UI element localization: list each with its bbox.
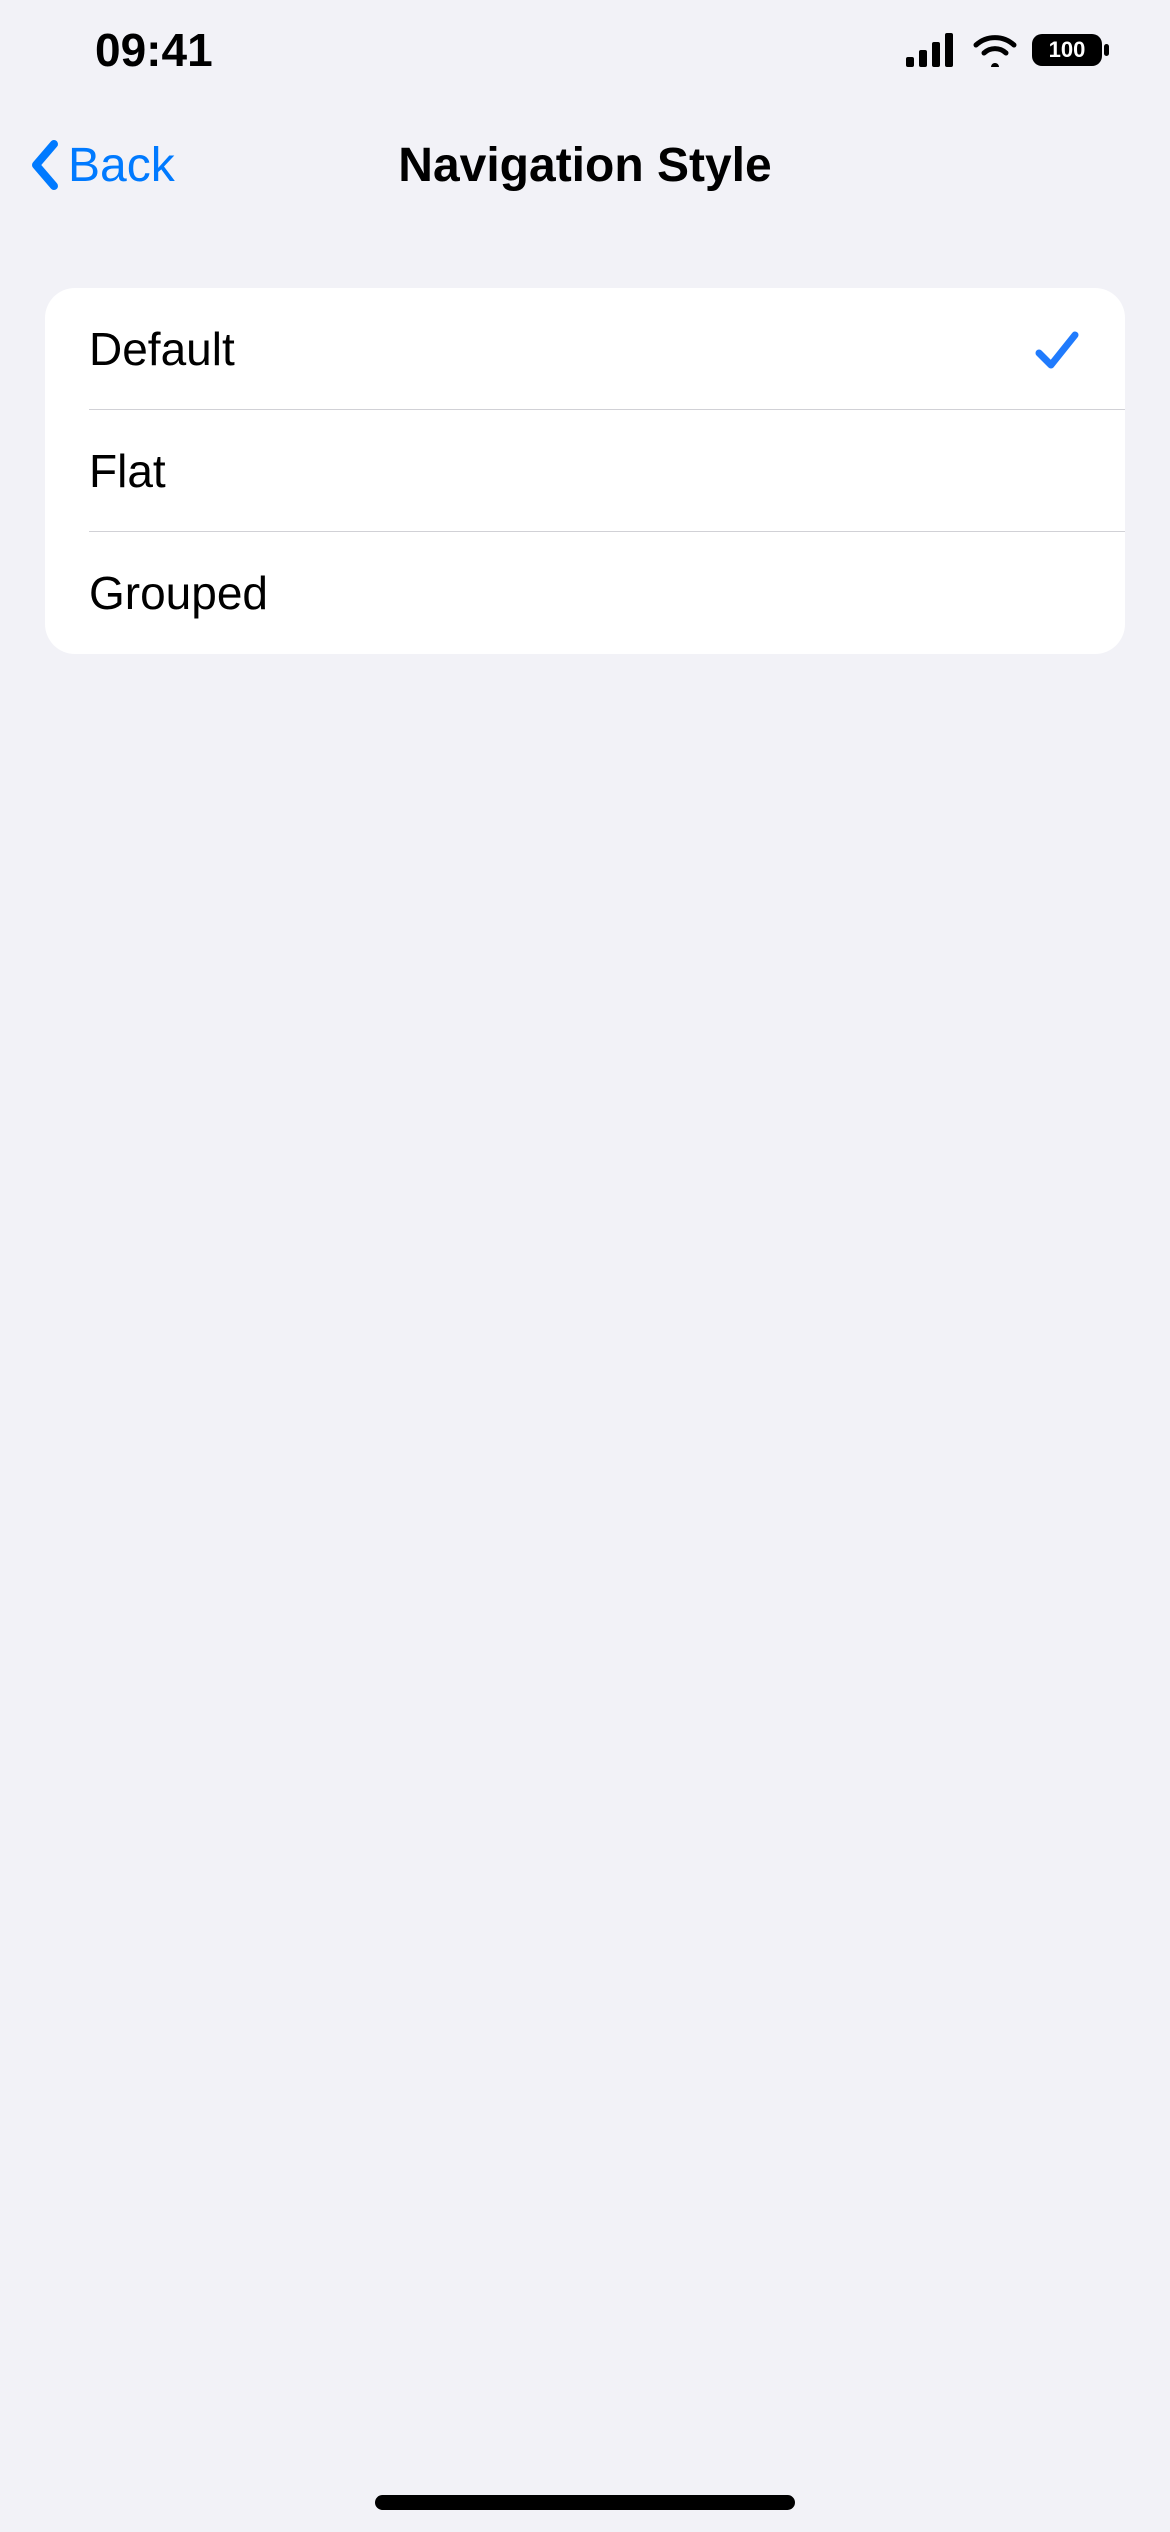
option-label: Flat — [89, 444, 166, 498]
checkmark-icon — [1033, 327, 1081, 371]
home-indicator — [375, 2495, 795, 2510]
battery-icon: 100 — [1032, 32, 1110, 68]
option-label: Grouped — [89, 566, 268, 620]
chevron-left-icon — [28, 138, 62, 192]
back-label: Back — [68, 138, 175, 193]
status-time: 09:41 — [95, 23, 213, 77]
cellular-icon — [906, 33, 958, 67]
option-flat[interactable]: Flat — [45, 410, 1125, 532]
battery-level-text: 100 — [1049, 37, 1086, 62]
options-list: Default Flat Grouped — [45, 288, 1125, 654]
wifi-icon — [972, 33, 1018, 67]
back-button[interactable]: Back — [20, 138, 175, 193]
option-grouped[interactable]: Grouped — [45, 532, 1125, 654]
nav-bar: Back Navigation Style — [0, 100, 1170, 230]
status-bar: 09:41 100 — [0, 0, 1170, 100]
status-right: 100 — [906, 32, 1110, 68]
page-title: Navigation Style — [0, 138, 1170, 193]
option-default[interactable]: Default — [45, 288, 1125, 410]
option-label: Default — [89, 322, 235, 376]
